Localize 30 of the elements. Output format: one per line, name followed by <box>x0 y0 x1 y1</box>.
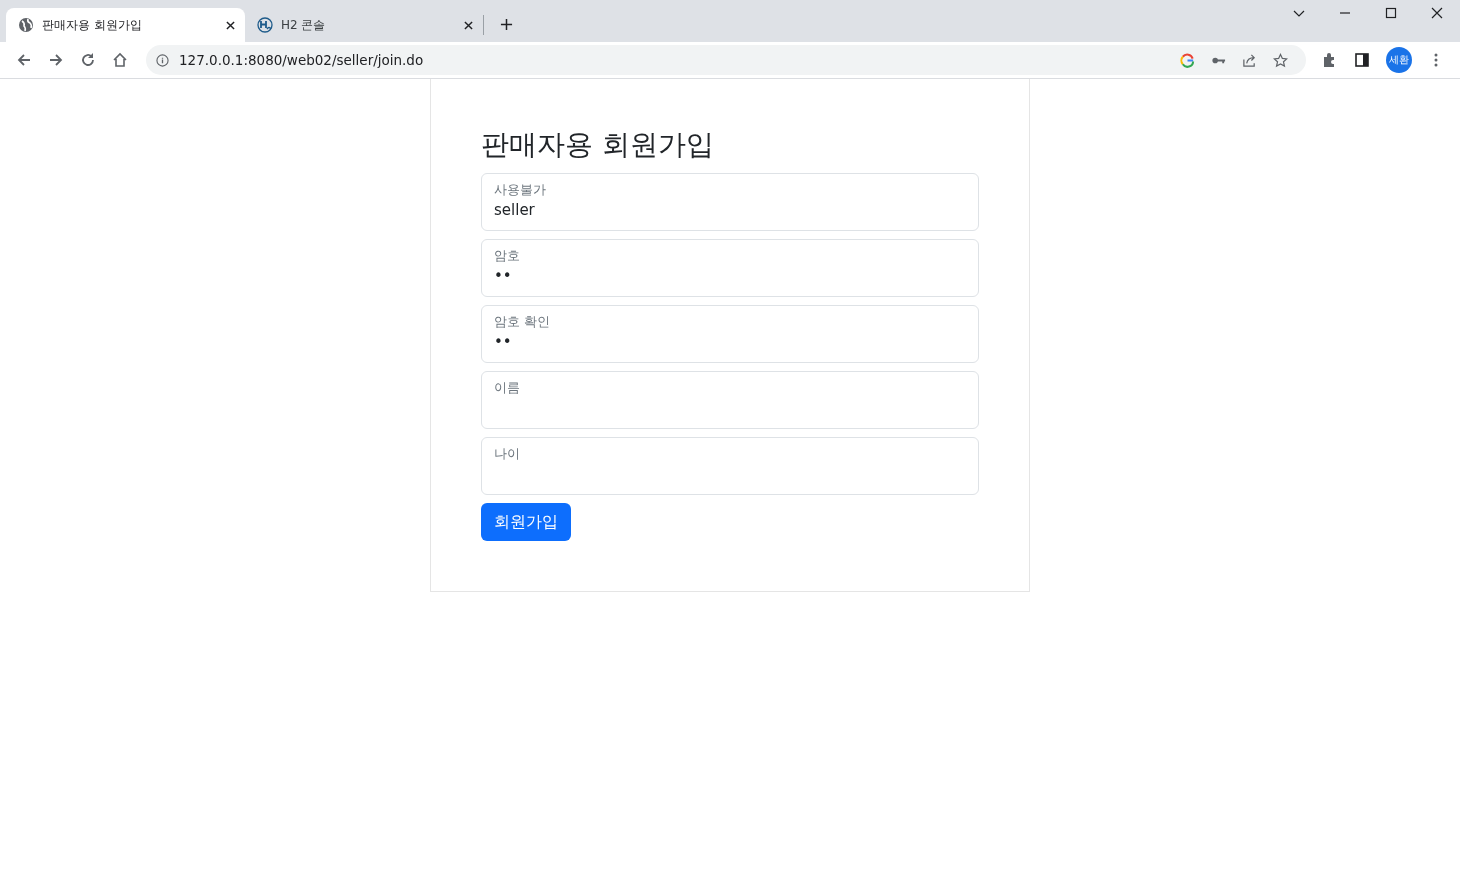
input-field[interactable]: 이름 <box>481 371 979 429</box>
maximize-icon[interactable] <box>1384 6 1398 20</box>
submit-button[interactable]: 회원가입 <box>481 503 571 541</box>
input-field[interactable]: 나이 <box>481 437 979 495</box>
home-icon[interactable] <box>112 52 128 68</box>
share-icon[interactable] <box>1242 52 1257 68</box>
info-icon <box>156 53 169 67</box>
side-panel-icon[interactable] <box>1354 52 1370 68</box>
h2-logo-icon <box>257 17 273 33</box>
browser-tab[interactable]: 판매자용 회원가입 <box>6 8 245 42</box>
input-field[interactable]: 암호 •• <box>481 239 979 297</box>
back-arrow-icon[interactable] <box>16 52 32 68</box>
browser-tab[interactable]: H2 콘솔 <box>245 15 484 35</box>
star-icon[interactable] <box>1273 52 1288 68</box>
tab-title: H2 콘솔 <box>281 16 327 34</box>
profile-avatar[interactable]: 세환 <box>1386 47 1412 73</box>
input-field[interactable]: 암호 확인 •• <box>481 305 979 363</box>
address-bar[interactable]: 127.0.0.1:8080/web02/seller/join.do <box>146 45 1306 75</box>
reload-icon[interactable] <box>80 52 96 68</box>
close-icon[interactable] <box>464 20 473 30</box>
forward-arrow-icon[interactable] <box>48 52 64 68</box>
new-tab-icon[interactable] <box>500 18 513 31</box>
tab-title: 판매자용 회원가입 <box>42 16 143 34</box>
globe-icon <box>18 17 34 33</box>
close-icon[interactable] <box>1430 6 1444 20</box>
url-text: 127.0.0.1:8080/web02/seller/join.do <box>179 52 424 68</box>
google-g-icon[interactable] <box>1180 52 1195 68</box>
close-icon[interactable] <box>226 20 235 30</box>
input-field[interactable]: 사용불가 seller <box>481 173 979 231</box>
page-heading: 판매자용 회원가입 <box>481 127 715 163</box>
